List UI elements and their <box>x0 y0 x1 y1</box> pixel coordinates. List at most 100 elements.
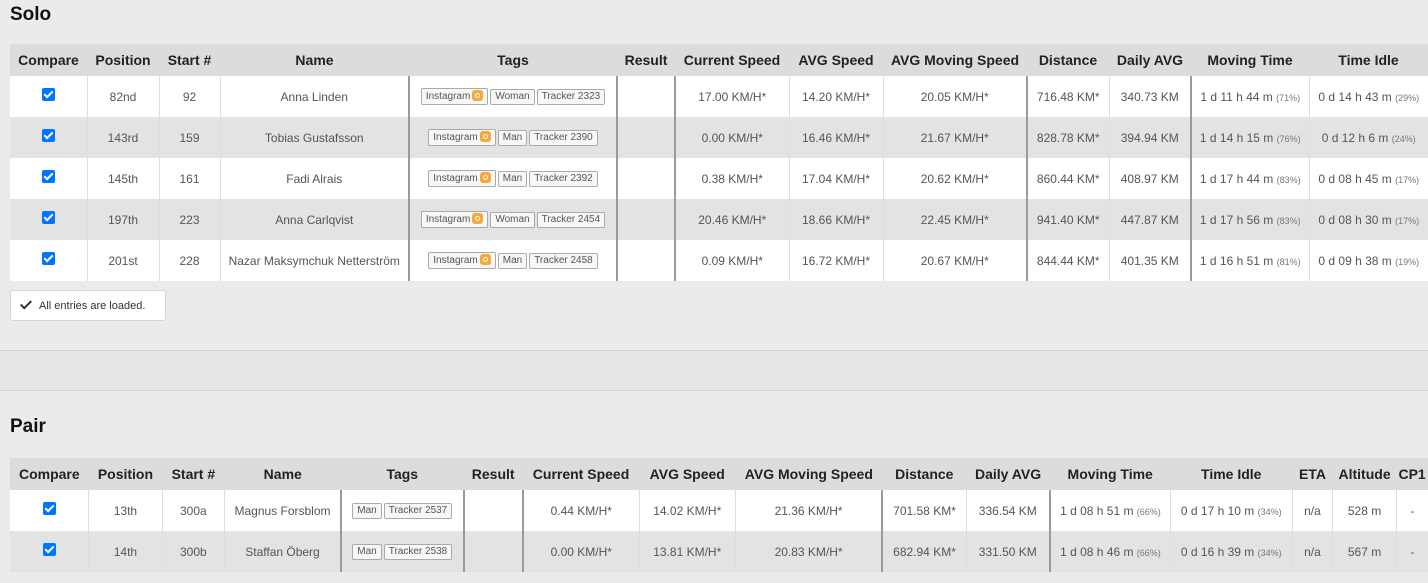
time-idle-cell: 0 d 12 h 6 m (24%) <box>1308 117 1428 158</box>
tag-badge[interactable]: Woman <box>490 212 535 228</box>
name-cell[interactable]: Anna Linden <box>219 76 409 117</box>
current-speed-cell: 0.09 KM/H* <box>674 240 789 281</box>
eta-cell: n/a <box>1291 490 1333 531</box>
col-start[interactable]: Start # <box>159 44 220 76</box>
daily-avg-cell: 331.50 KM <box>965 531 1051 572</box>
position-cell: 143rd <box>86 117 159 158</box>
moving-time-cell: 1 d 08 h 51 m (66%) <box>1049 490 1171 531</box>
tag-badge[interactable]: Tracker 2392 <box>529 171 598 187</box>
moving-time-value: 1 d 08 h 46 m <box>1060 544 1134 559</box>
compare-checkbox[interactable] <box>42 542 56 556</box>
time-idle-value: 0 d 14 h 43 m <box>1318 89 1392 104</box>
col-eta[interactable]: ETA <box>1292 458 1333 490</box>
tag-badge[interactable]: Tracker 2537 <box>383 503 453 519</box>
col-avg-speed[interactable]: AVG Speed <box>639 458 736 490</box>
col-start[interactable]: Start # <box>162 458 225 490</box>
tag-badge[interactable]: Tracker 2323 <box>536 89 606 105</box>
moving-time-percent: (83%) <box>1276 174 1301 185</box>
tag-label: Man <box>502 132 523 143</box>
tag-badge[interactable]: Woman <box>490 89 535 105</box>
compare-cell <box>10 117 87 158</box>
time-idle-cell: 0 d 08 h 45 m (17%) <box>1308 158 1428 199</box>
tag-badge[interactable]: Tracker 2538 <box>383 544 453 560</box>
name-cell[interactable]: Staffan Öberg <box>224 531 341 572</box>
col-name[interactable]: Name <box>220 44 409 76</box>
compare-checkbox[interactable] <box>41 251 55 265</box>
col-daily-avg[interactable]: Daily AVG <box>1109 44 1191 76</box>
col-result[interactable]: Result <box>617 44 675 76</box>
compare-checkbox[interactable] <box>42 501 56 515</box>
tag-label: Woman <box>495 214 530 225</box>
name-cell[interactable]: Tobias Gustafsson <box>219 117 409 158</box>
tag-badge[interactable]: Tracker 2458 <box>529 253 598 269</box>
col-tags[interactable]: Tags <box>340 458 464 490</box>
avg-moving-speed-cell: 22.45 KM/H* <box>882 199 1028 240</box>
compare-checkbox[interactable] <box>41 128 55 142</box>
col-moving-time[interactable]: Moving Time <box>1191 44 1309 76</box>
altitude-cell: 528 m <box>1332 490 1397 531</box>
col-distance[interactable]: Distance <box>1027 44 1109 76</box>
tag-badge[interactable]: Instagram <box>428 129 496 146</box>
time-idle-cell: 0 d 16 h 39 m (34%) <box>1169 531 1293 572</box>
table-row: 145th 161 Fadi Alrais Instagram Man Tracker 2… <box>10 158 1428 199</box>
tag-badge[interactable]: Man <box>497 130 528 146</box>
tag-badge[interactable]: Tracker 2454 <box>536 212 606 228</box>
tag-badge[interactable]: Man <box>497 253 528 269</box>
moving-time-value: 1 d 17 h 44 m <box>1199 171 1274 186</box>
col-position[interactable]: Position <box>88 458 163 490</box>
col-current-speed[interactable]: Current Speed <box>675 44 789 76</box>
time-idle-value: 0 d 12 h 6 m <box>1321 130 1389 145</box>
compare-cell <box>10 490 89 531</box>
tag-badge[interactable]: Tracker 2390 <box>529 130 598 146</box>
col-current-speed[interactable]: Current Speed <box>522 458 640 490</box>
col-name[interactable]: Name <box>224 458 341 490</box>
tag-badge[interactable]: Man <box>352 544 382 560</box>
compare-cell <box>10 158 87 199</box>
tag-badge[interactable]: Man <box>497 171 528 187</box>
tag-label: Man <box>357 505 377 516</box>
name-cell[interactable]: Magnus Forsblom <box>224 490 341 531</box>
col-avg-moving-speed[interactable]: AVG Moving Speed <box>735 458 883 490</box>
distance-cell: 828.78 KM* <box>1026 117 1109 158</box>
tag-badge[interactable]: Instagram <box>428 252 496 269</box>
moving-time-percent: (76%) <box>1276 133 1301 144</box>
col-compare[interactable]: Compare <box>10 44 87 76</box>
compare-checkbox[interactable] <box>41 169 55 183</box>
tag-label: Tracker 2458 <box>534 255 593 266</box>
moving-time-value: 1 d 17 h 56 m <box>1199 212 1274 227</box>
tag-label: Tracker 2538 <box>388 546 448 557</box>
col-time-idle[interactable]: Time Idle <box>1170 458 1293 490</box>
col-daily-avg[interactable]: Daily AVG <box>966 458 1050 490</box>
tag-badge[interactable]: Man <box>352 503 382 519</box>
current-speed-cell: 20.46 KM/H* <box>674 199 789 240</box>
name-cell[interactable]: Anna Carlqvist <box>219 199 409 240</box>
col-time-idle[interactable]: Time Idle <box>1309 44 1428 76</box>
col-position[interactable]: Position <box>87 44 159 76</box>
col-result[interactable]: Result <box>463 458 523 490</box>
col-altitude[interactable]: Altitude <box>1332 458 1397 490</box>
compare-checkbox[interactable] <box>41 87 55 101</box>
col-cp1[interactable]: CP1 <box>1396 458 1428 490</box>
col-moving-time[interactable]: Moving Time <box>1049 458 1171 490</box>
tag-badge[interactable]: Instagram <box>420 211 489 228</box>
avg-moving-speed-cell: 21.36 KM/H* <box>734 490 884 531</box>
tag-label: Tracker 2392 <box>534 173 593 184</box>
daily-avg-cell: 401.35 KM <box>1108 240 1192 281</box>
name-cell[interactable]: Nazar Maksymchuk Netterström <box>219 240 409 281</box>
compare-checkbox[interactable] <box>41 210 55 224</box>
col-avg-speed[interactable]: AVG Speed <box>789 44 883 76</box>
time-idle-percent: (24%) <box>1391 133 1416 144</box>
avg-moving-speed-cell: 20.05 KM/H* <box>882 76 1028 117</box>
instagram-icon <box>479 254 491 265</box>
col-avg-moving-speed[interactable]: AVG Moving Speed <box>883 44 1027 76</box>
col-tags[interactable]: Tags <box>409 44 617 76</box>
tag-badge[interactable]: Instagram <box>428 170 496 187</box>
tag-label: Tracker 2454 <box>541 214 601 225</box>
name-cell[interactable]: Fadi Alrais <box>219 158 409 199</box>
table-row: 197th 223 Anna Carlqvist Instagram Woman Trac… <box>10 199 1428 240</box>
col-compare[interactable]: Compare <box>10 458 89 490</box>
tag-badge[interactable]: Instagram <box>420 88 489 105</box>
solo-title: Solo <box>10 4 52 25</box>
col-distance[interactable]: Distance <box>882 458 967 490</box>
start-number-cell: 300b <box>161 531 225 572</box>
